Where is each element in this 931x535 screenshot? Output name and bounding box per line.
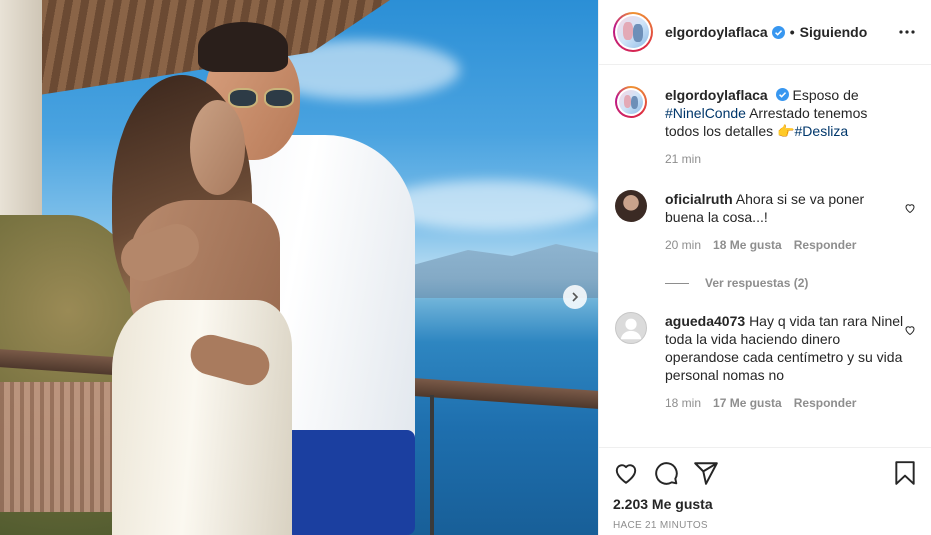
caption-text: Esposo de xyxy=(792,87,859,103)
more-icon xyxy=(899,30,915,34)
post-panel: elgordoylaflaca • Siguiendo elgordoylafl… xyxy=(598,0,931,535)
woman-face xyxy=(190,100,245,195)
post-photo[interactable] xyxy=(0,0,598,535)
bookmark-icon[interactable] xyxy=(892,460,918,486)
reply-button[interactable]: Responder xyxy=(794,236,857,254)
chevron-right-icon xyxy=(572,292,579,302)
comment-username[interactable]: oficialruth xyxy=(665,191,733,207)
header-username[interactable]: elgordoylaflaca xyxy=(665,24,768,40)
caption-username[interactable]: elgordoylaflaca xyxy=(665,87,768,103)
action-bar: 2.203 Me gusta HACE 21 MINUTOS xyxy=(599,447,931,531)
comment-username[interactable]: agueda4073 xyxy=(665,313,745,329)
share-icon[interactable] xyxy=(693,460,719,486)
comment-likes[interactable]: 17 Me gusta xyxy=(713,394,782,412)
hashtag-link[interactable]: #Desliza xyxy=(795,123,849,139)
avatar[interactable] xyxy=(613,12,653,52)
replies-line xyxy=(665,282,689,284)
verified-badge-icon xyxy=(771,25,785,39)
post-timestamp[interactable]: HACE 21 MINUTOS xyxy=(613,520,918,531)
next-photo-button[interactable] xyxy=(563,285,587,309)
comment-likes[interactable]: 18 Me gusta xyxy=(713,236,782,254)
default-user-icon xyxy=(620,318,642,340)
view-replies-label: Ver respuestas (2) xyxy=(705,276,809,290)
heart-icon[interactable] xyxy=(613,460,639,486)
caption: elgordoylaflaca Esposo de #NinelConde Ar… xyxy=(615,86,916,168)
sunglasses xyxy=(228,88,296,108)
pointing-emoji: 👉 xyxy=(777,123,795,139)
profile-picture xyxy=(617,16,649,48)
caption-time[interactable]: 21 min xyxy=(665,150,701,168)
comment-icon[interactable] xyxy=(653,460,679,486)
commenter-avatar[interactable] xyxy=(615,312,647,344)
view-replies-button[interactable]: Ver respuestas (2) xyxy=(665,276,916,290)
separator-dot: • xyxy=(789,24,795,40)
comment-time[interactable]: 18 min xyxy=(665,394,701,412)
reply-button[interactable]: Responder xyxy=(794,394,857,412)
caption-avatar[interactable] xyxy=(615,86,647,118)
commenter-avatar[interactable] xyxy=(615,190,647,222)
man-hair xyxy=(198,22,288,72)
more-options-button[interactable] xyxy=(897,22,917,42)
comments-section[interactable]: elgordoylaflaca Esposo de #NinelConde Ar… xyxy=(599,66,931,446)
man-pants xyxy=(285,430,415,535)
comment-time[interactable]: 20 min xyxy=(665,236,701,254)
verified-badge-icon xyxy=(775,88,789,101)
following-button[interactable]: Siguiendo xyxy=(800,24,868,40)
post-header: elgordoylaflaca • Siguiendo xyxy=(599,0,931,65)
comment: agueda4073 Hay q vida tan rara Ninel tod… xyxy=(615,312,916,412)
likes-count[interactable]: 2.203 Me gusta xyxy=(613,496,918,512)
comment-like-icon[interactable] xyxy=(904,202,916,214)
hashtag-link[interactable]: #NinelConde xyxy=(665,105,746,121)
comment: oficialruth Ahora si se va poner buena l… xyxy=(615,190,916,254)
comment-like-icon[interactable] xyxy=(904,324,916,336)
railing-post xyxy=(430,395,434,535)
